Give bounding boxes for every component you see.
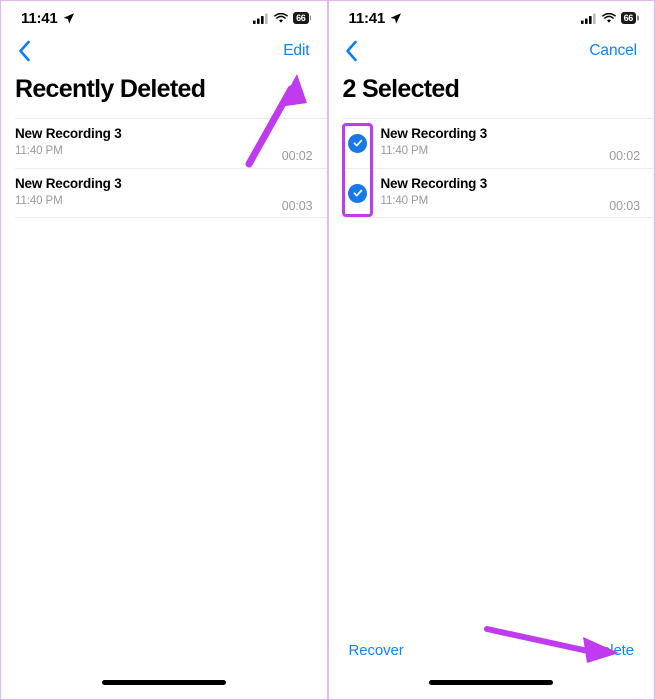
checkmark-icon: [353, 139, 362, 147]
recording-name: New Recording 3: [15, 126, 122, 142]
back-button[interactable]: [11, 38, 37, 64]
wifi-icon: [601, 12, 616, 23]
recordings-list: New Recording 3 11:40 PM 00:02 New Recor…: [329, 118, 655, 218]
list-item[interactable]: New Recording 3 11:40 PM 00:03: [1, 168, 327, 218]
wifi-icon: [274, 12, 288, 23]
list-item[interactable]: New Recording 3 11:40 PM 00:02: [1, 118, 327, 168]
list-item[interactable]: New Recording 3 11:40 PM 00:02: [329, 118, 655, 168]
recording-time: 11:40 PM: [15, 195, 63, 208]
cellular-signal-icon: [580, 13, 596, 24]
checkbox-checked: [348, 133, 367, 153]
status-bar: 11:41 66: [1, 1, 327, 35]
location-arrow-icon: [390, 12, 402, 24]
recording-time: 11:40 PM: [15, 145, 63, 158]
recording-time: 11:40 PM: [380, 145, 429, 158]
chevron-left-icon: [346, 40, 357, 62]
cancel-button[interactable]: Cancel: [589, 42, 637, 60]
edit-button[interactable]: Edit: [283, 42, 309, 60]
page-title: Recently Deleted: [15, 75, 206, 103]
selection-toolbar: Recover Delete: [329, 637, 655, 663]
page-title: 2 Selected: [342, 75, 460, 103]
phone-screen-selection: 11:41 66 Cancel 2 Selected New Recording…: [327, 0, 655, 700]
recordings-list: New Recording 3 11:40 PM 00:02 New Recor…: [1, 118, 327, 218]
phone-screen-browse: 11:41 66 Edit Recently Deleted New Recor…: [0, 0, 328, 700]
checkmark-icon: [353, 189, 362, 197]
status-time: 11:41: [348, 9, 386, 27]
status-time: 11:41: [21, 9, 58, 27]
back-button[interactable]: [339, 38, 365, 64]
status-bar-left: 11:41: [21, 10, 75, 27]
navigation-bar: Cancel: [329, 35, 655, 67]
recover-button[interactable]: Recover: [349, 642, 404, 659]
recording-info: New Recording 3 11:40 PM: [381, 125, 610, 160]
status-bar-right: 66: [253, 12, 309, 24]
list-item[interactable]: New Recording 3 11:40 PM 00:03: [329, 168, 655, 218]
home-indicator: [429, 680, 554, 685]
status-bar-left: 11:41: [349, 10, 403, 27]
recording-duration: 00:03: [609, 199, 640, 213]
recording-info: New Recording 3 11:40 PM: [15, 125, 282, 160]
checkbox-checked: [348, 183, 367, 203]
delete-button[interactable]: Delete: [591, 642, 634, 659]
selection-checkbox[interactable]: [343, 133, 373, 153]
cellular-signal-icon: [253, 13, 268, 24]
battery-indicator: 66: [293, 12, 309, 24]
battery-indicator: 66: [620, 12, 636, 24]
recording-name: New Recording 3: [380, 126, 488, 142]
recording-info: New Recording 3 11:40 PM: [381, 175, 610, 210]
recording-duration: 00:02: [281, 149, 313, 163]
screenshot-comparison: 11:41 66 Edit Recently Deleted New Recor…: [0, 0, 655, 700]
status-bar-right: 66: [580, 12, 636, 24]
recording-duration: 00:02: [609, 149, 640, 163]
selection-checkbox[interactable]: [343, 183, 373, 203]
home-indicator: [101, 680, 226, 685]
recording-info: New Recording 3 11:40 PM: [15, 175, 282, 210]
recording-duration: 00:03: [281, 199, 313, 213]
location-arrow-icon: [63, 12, 74, 24]
recording-time: 11:40 PM: [380, 195, 429, 208]
recording-name: New Recording 3: [380, 176, 488, 192]
chevron-left-icon: [18, 40, 30, 62]
navigation-bar: Edit: [1, 35, 327, 67]
status-bar: 11:41 66: [329, 1, 655, 35]
recording-name: New Recording 3: [15, 176, 122, 192]
